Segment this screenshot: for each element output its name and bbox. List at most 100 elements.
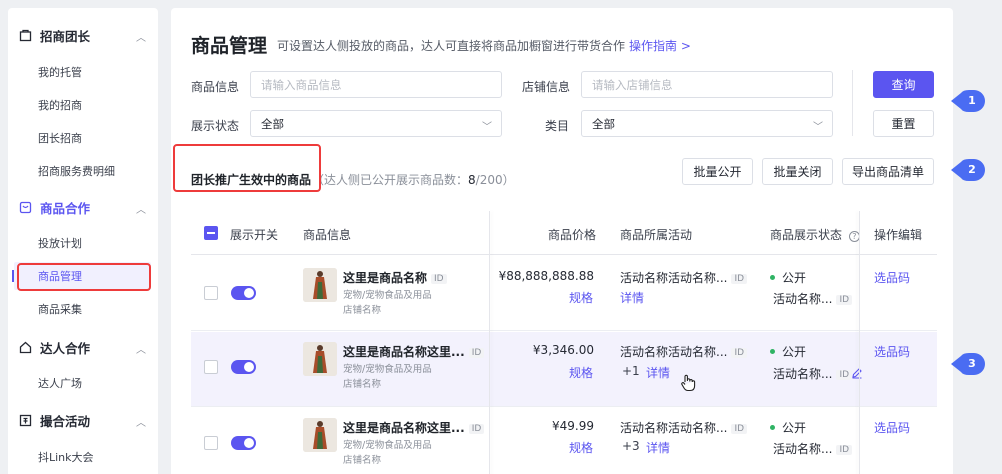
sidebar-item-link-conference[interactable]: 抖Link大会 [8,443,158,471]
sidebar-group-talent-coop[interactable]: 达人合作 ︿ [8,329,158,365]
product-info-label: 商品信息 [191,80,240,94]
display-status-label: 展示状态 [191,119,240,133]
status-activity: 活动名称... ID [773,365,853,382]
edit-icon[interactable] [851,367,863,382]
query-button[interactable]: 查询 [873,71,934,98]
selection-code-link[interactable]: 选品码 [874,419,910,436]
chevron-up-icon[interactable]: ︿ [136,201,146,216]
annotation-highlight-section-title [173,144,321,192]
spec-link[interactable]: 规格 [569,439,593,456]
product-id-tag: ID [468,348,485,358]
select-all-checkbox[interactable] [204,226,218,240]
shop-name: 店铺名称 [343,305,382,316]
chevron-up-icon[interactable]: ︿ [136,29,146,44]
annotation-marker-1: 1 [951,90,985,112]
status-activity: 活动名称... ID [773,290,853,307]
display-status-select[interactable]: 全部 ﹀ [250,110,502,137]
table-row[interactable]: 这里是商品名称这里... ID 宠物/宠物食品及用品 店铺名称 ¥49.99 规格… [191,408,937,474]
activity-name: 活动名称活动名称... ID [620,343,748,360]
detail-link[interactable]: 详情 [620,289,644,306]
sidebar-item-service-fee[interactable]: 招商服务费明细 [8,157,158,185]
status-activity: 活动名称... ID [773,440,853,457]
detail-link[interactable]: 详情 [646,439,670,456]
header-price: 商品价格 [548,228,597,242]
batch-close-button[interactable]: 批量关闭 [762,158,833,185]
product-category: 宠物/宠物食品及用品 [343,290,432,301]
guide-link[interactable]: 操作指南 > [629,37,691,54]
page-title: 商品管理 [191,35,268,57]
status-dot [770,275,775,280]
display-status-value: 全部 [261,116,284,131]
shop-name: 店铺名称 [343,379,382,390]
product-thumbnail [303,268,337,302]
display-toggle-switch[interactable] [231,360,256,374]
display-toggle-switch[interactable] [231,286,256,300]
product-price: ¥3,346.00 [532,343,594,357]
reset-button[interactable]: 重置 [873,110,934,137]
activity-icon [18,413,32,427]
activity-name: 活动名称活动名称... ID [620,419,748,436]
main-panel: 商品管理 可设置达人侧投放的商品，达人可直接将商品加橱窗进行带货合作 操作指南 … [171,8,953,474]
row-checkbox[interactable] [204,436,218,450]
export-list-button[interactable]: 导出商品清单 [842,158,934,185]
product-id-tag: ID [431,274,447,284]
product-thumbnail [303,418,337,452]
spec-link[interactable]: 规格 [569,289,593,306]
sidebar-group-label: 达人合作 [40,340,91,356]
spec-link[interactable]: 规格 [569,364,593,381]
sidebar-group-label: 商品合作 [40,200,91,216]
annotation-marker-2: 2 [951,159,985,181]
sidebar-group-label: 招商团长 [40,28,91,44]
sidebar-item-product-collect[interactable]: 商品采集 [8,295,158,323]
status-dot [770,425,775,430]
header-toggle: 展示开关 [230,228,279,242]
header-activity: 商品所属活动 [620,228,693,242]
selection-code-link[interactable]: 选品码 [874,343,910,360]
status-dot [770,349,775,354]
sidebar-item-delivery-plan[interactable]: 投放计划 [8,229,158,257]
page-description: 可设置达人侧投放的商品，达人可直接将商品加橱窗进行带货合作 [277,39,626,53]
header-status: 商品展示状态 ? [770,226,860,243]
public-count: 8 [468,173,476,187]
table-header: 展示开关 商品信息 商品价格 商品所属活动 商品展示状态 ? 操作编辑 [191,211,937,255]
sidebar-item-talent-square[interactable]: 达人广场 [8,369,158,397]
chevron-up-icon[interactable]: ︿ [136,414,146,429]
product-name[interactable]: 这里是商品名称这里... ID [343,419,485,436]
detail-link[interactable]: 详情 [646,364,670,381]
table-row[interactable]: 这里是商品名称这里... ID 宠物/宠物食品及用品 店铺名称 ¥3,346.00… [191,332,937,407]
category-select[interactable]: 全部 ﹀ [581,110,833,137]
sidebar-item-leader-recruit[interactable]: 团长招商 [8,124,158,152]
sidebar-item-my-recruit[interactable]: 我的招商 [8,91,158,119]
sidebar-group-product-coop[interactable]: 商品合作 ︿ [8,189,158,225]
product-name[interactable]: 这里是商品名称 ID [343,269,447,286]
extra-activity-count: +3 [622,439,640,453]
product-thumbnail [303,342,337,376]
product-info-input[interactable] [250,71,502,98]
product-category: 宠物/宠物食品及用品 [343,364,432,375]
category-label: 类目 [545,119,570,133]
display-toggle-switch[interactable] [231,436,256,450]
home-icon [18,28,32,42]
hand-cursor-icon [680,374,696,395]
header-info: 商品信息 [303,228,352,242]
sidebar-group-label: 撮合活动 [40,413,91,429]
sidebar-item-my-custody[interactable]: 我的托管 [8,58,158,86]
shop-info-label: 店铺信息 [522,80,571,94]
chevron-down-icon: ﹀ [482,122,492,133]
house-icon [18,340,32,354]
chevron-up-icon[interactable]: ︿ [136,341,146,356]
table-row[interactable]: 这里是商品名称 ID 宠物/宠物食品及用品 店铺名称 ¥88,888,888.88… [191,256,937,331]
row-checkbox[interactable] [204,360,218,374]
selection-code-link[interactable]: 选品码 [874,269,910,286]
product-name[interactable]: 这里是商品名称这里... ID [343,343,485,360]
batch-public-button[interactable]: 批量公开 [682,158,753,185]
header-ops: 操作编辑 [874,228,923,242]
sidebar-group-recruit-leader[interactable]: 招商团长 ︿ [8,17,158,53]
annotation-marker-3: 3 [951,353,985,375]
row-checkbox[interactable] [204,286,218,300]
shop-info-input[interactable] [581,71,833,98]
status-badge: 公开 [770,419,806,436]
product-price: ¥88,888,888.88 [498,269,594,283]
sidebar-group-matchmaking[interactable]: 撮合活动 ︿ [8,402,158,438]
extra-activity-count: +1 [622,364,640,378]
